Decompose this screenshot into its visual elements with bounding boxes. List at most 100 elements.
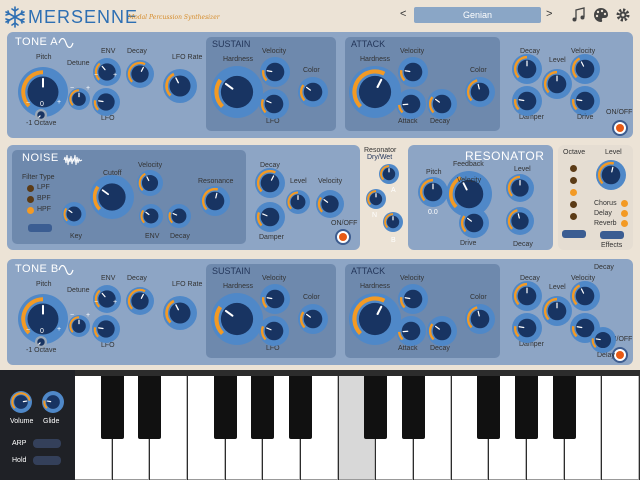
noise-velocity-knob[interactable] bbox=[137, 170, 163, 196]
octave-led-3[interactable] bbox=[570, 201, 577, 208]
black-key[interactable] bbox=[213, 376, 237, 439]
noise-cutoff-knob[interactable] bbox=[90, 175, 134, 219]
tone_a-octave-knob[interactable] bbox=[35, 109, 47, 121]
black-key[interactable] bbox=[251, 376, 275, 439]
tone_b-hardness-label: Hardness bbox=[223, 283, 253, 290]
tone_b-out-level-knob[interactable] bbox=[542, 296, 572, 326]
tone_a-pitch-minus: − bbox=[26, 100, 31, 107]
resonator-decay-knob[interactable] bbox=[506, 207, 534, 235]
tone_b-sustain-velocity-knob[interactable] bbox=[260, 284, 290, 314]
resonator-dry-n-knob[interactable] bbox=[366, 189, 386, 209]
octave-led-2[interactable] bbox=[570, 189, 577, 196]
noise-out-decay-knob[interactable] bbox=[255, 168, 285, 198]
tone_b-attack-color-knob[interactable] bbox=[465, 304, 495, 334]
tone_b-octave-knob[interactable] bbox=[35, 336, 47, 348]
noise-filter-bpf-led[interactable] bbox=[27, 196, 34, 203]
noise-out-level-knob[interactable] bbox=[286, 190, 310, 214]
noise-key-label: Key bbox=[70, 233, 83, 240]
hold-toggle[interactable] bbox=[33, 456, 61, 465]
tone_b-attack-knob[interactable] bbox=[396, 316, 426, 346]
effect-delay-led[interactable] bbox=[621, 210, 628, 217]
volume-knob[interactable] bbox=[10, 391, 32, 413]
black-key[interactable] bbox=[289, 376, 312, 439]
octave-button[interactable] bbox=[562, 230, 586, 238]
tone_b-lfo-rate-knob[interactable] bbox=[163, 296, 197, 330]
tone_b-sustain-lfo-knob[interactable] bbox=[259, 316, 289, 346]
tone-b-delay-knob[interactable] bbox=[590, 327, 616, 353]
resonator-feedback-label: Feedback bbox=[453, 161, 484, 168]
master-level-label: Level bbox=[605, 149, 622, 156]
tone_b-out-damper-knob[interactable] bbox=[512, 313, 542, 343]
preset-next-button[interactable]: > bbox=[546, 8, 552, 20]
tone_a-sustain-hardness-knob[interactable] bbox=[211, 66, 263, 118]
tone_a-sustain-color-knob[interactable] bbox=[298, 77, 328, 107]
preset-prev-button[interactable]: < bbox=[400, 8, 406, 20]
resonator-pitch-knob[interactable] bbox=[418, 177, 448, 207]
noise-resonance-knob[interactable] bbox=[200, 186, 230, 216]
tone_a-attack-decay-knob[interactable] bbox=[427, 89, 457, 119]
tone_b-out-decay-knob[interactable] bbox=[512, 281, 542, 311]
noise-filter-button[interactable] bbox=[28, 224, 52, 232]
master-level-knob[interactable] bbox=[596, 160, 626, 190]
tone_a-attack-knob[interactable] bbox=[396, 89, 426, 119]
arp-toggle[interactable] bbox=[33, 439, 61, 448]
effect-reverb-led[interactable] bbox=[621, 220, 628, 227]
preset-name-display[interactable]: Genian bbox=[414, 7, 541, 23]
octave-led-0[interactable] bbox=[570, 165, 577, 172]
black-key[interactable] bbox=[552, 376, 576, 439]
tone_a-lfo-knob[interactable] bbox=[92, 88, 120, 116]
tone_b-sustain-color-knob[interactable] bbox=[298, 304, 328, 334]
black-key[interactable] bbox=[364, 376, 388, 439]
tone_a-sustain-velocity-label: Velocity bbox=[262, 48, 287, 55]
resonator-level-knob[interactable] bbox=[506, 174, 534, 202]
gear-icon[interactable] bbox=[615, 7, 631, 23]
noise-out-damper-knob[interactable] bbox=[255, 202, 285, 232]
noise-decay-knob[interactable] bbox=[167, 204, 191, 228]
tone_a-lfo-rate-knob[interactable] bbox=[163, 69, 197, 103]
octave-led-4[interactable] bbox=[570, 213, 577, 220]
music-notes-icon[interactable] bbox=[571, 7, 587, 23]
tone_a-sustain-lfo-knob[interactable] bbox=[259, 89, 289, 119]
tone_b-lfo-knob[interactable] bbox=[92, 315, 120, 343]
resonator-dry-a-knob[interactable] bbox=[379, 164, 399, 184]
tone_a-attack-hardness-knob[interactable] bbox=[349, 66, 401, 118]
resonator-drive-label: Drive bbox=[460, 240, 477, 247]
black-key[interactable] bbox=[402, 376, 425, 439]
effects-button[interactable] bbox=[600, 231, 624, 239]
tone_b-decay-knob[interactable] bbox=[126, 287, 154, 315]
noise-env-knob[interactable] bbox=[139, 204, 163, 228]
white-key[interactable] bbox=[602, 376, 639, 480]
tone_b-attack-hardness-knob[interactable] bbox=[349, 293, 401, 345]
noise-key-knob[interactable] bbox=[62, 202, 86, 226]
noise-onoff-button[interactable] bbox=[335, 229, 351, 245]
tone_a-sustain-velocity-knob[interactable] bbox=[260, 57, 290, 87]
resonator-drive-knob[interactable] bbox=[459, 208, 489, 238]
noise-out-velocity-knob[interactable] bbox=[316, 190, 344, 218]
tone_a-out-level-knob[interactable] bbox=[542, 69, 572, 99]
octave-led-1[interactable] bbox=[570, 177, 577, 184]
effect-chorus-led[interactable] bbox=[621, 200, 628, 207]
noise-filter-lpf-led[interactable] bbox=[27, 185, 34, 192]
tone-a-title: TONE A bbox=[15, 36, 59, 48]
tone_a-attack-color-knob[interactable] bbox=[465, 77, 495, 107]
noise-filter-hpf-led[interactable] bbox=[27, 207, 34, 214]
black-key[interactable] bbox=[100, 376, 124, 439]
tone_a-out-decay-knob[interactable] bbox=[512, 54, 542, 84]
glide-label: Glide bbox=[43, 418, 60, 425]
tone_a-attack-velocity-knob[interactable] bbox=[398, 57, 428, 87]
tone_b-attack-decay-knob[interactable] bbox=[427, 316, 457, 346]
tone_a-out-damper-knob[interactable] bbox=[512, 86, 542, 116]
black-key[interactable] bbox=[515, 376, 538, 439]
palette-icon[interactable] bbox=[593, 7, 609, 23]
tone_b-sustain-hardness-knob[interactable] bbox=[211, 293, 263, 345]
tone_a-out-velocity-knob[interactable] bbox=[570, 54, 600, 84]
black-key[interactable] bbox=[477, 376, 501, 439]
tone_a-out-drive-knob[interactable] bbox=[570, 86, 600, 116]
resonator-dry-b-knob[interactable] bbox=[383, 212, 403, 232]
tone_a-onoff-button[interactable] bbox=[612, 120, 628, 136]
tone_b-out-velocity-knob[interactable] bbox=[570, 281, 600, 311]
tone_a-decay-knob[interactable] bbox=[126, 60, 154, 88]
black-key[interactable] bbox=[138, 376, 162, 439]
tone_b-attack-velocity-knob[interactable] bbox=[398, 284, 428, 314]
glide-knob[interactable] bbox=[42, 391, 64, 413]
